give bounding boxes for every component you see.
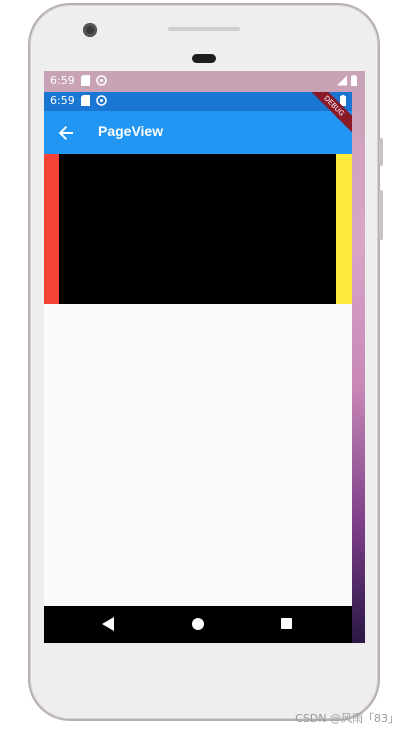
sd-card-icon	[81, 75, 90, 86]
battery-icon	[351, 75, 357, 86]
device-screen: 6:59 6:59 PageView DEBUG	[44, 71, 365, 643]
system-nav-bar	[44, 606, 352, 643]
front-camera	[83, 23, 97, 37]
proximity-sensor	[192, 54, 216, 63]
app-bar: PageView	[44, 111, 352, 154]
volume-button	[379, 190, 383, 240]
page-title: PageView	[98, 123, 164, 139]
circle-home-icon[interactable]	[192, 618, 204, 630]
page-yellow-preview	[336, 154, 352, 304]
app-status-bar: 6:59	[44, 92, 352, 111]
watermark: CSDN @风雨「83」	[295, 712, 399, 725]
sync-icon	[96, 75, 107, 86]
sync-icon	[96, 95, 107, 106]
page-red-preview	[44, 154, 59, 304]
arrow-back-icon[interactable]	[52, 119, 80, 147]
status-time: 6:59	[50, 74, 75, 87]
square-recents-icon[interactable]	[281, 618, 292, 629]
sd-card-icon	[81, 95, 90, 106]
page-black-current[interactable]	[59, 154, 336, 304]
power-button	[379, 138, 383, 166]
triangle-back-icon[interactable]	[102, 617, 114, 631]
app-status-time: 6:59	[50, 94, 75, 107]
page-view[interactable]	[44, 154, 352, 304]
signal-icon	[337, 75, 347, 86]
flutter-app: 6:59 PageView DEBUG	[44, 92, 352, 643]
earpiece-speaker	[168, 27, 240, 31]
system-status-bar: 6:59	[44, 71, 365, 91]
